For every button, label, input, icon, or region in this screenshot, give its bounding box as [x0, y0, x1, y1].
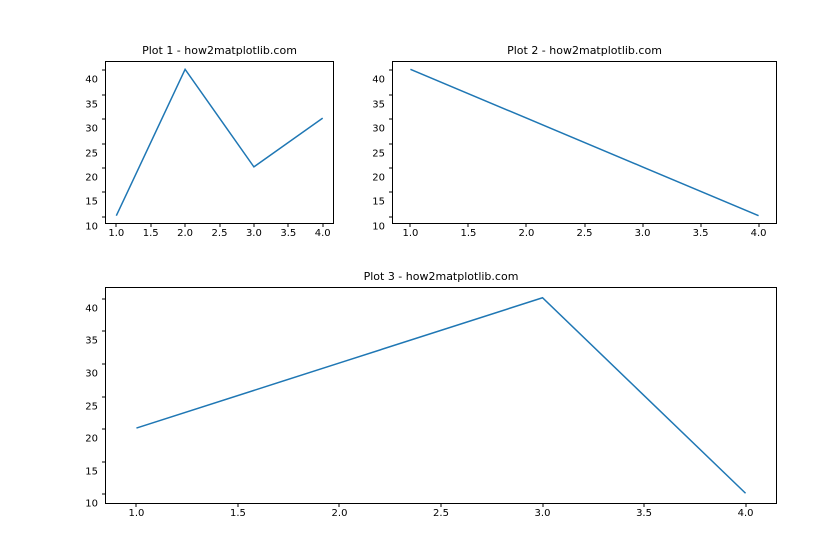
ytick-mark — [102, 331, 106, 332]
plot-2-line — [393, 62, 776, 223]
xtick-mark — [237, 504, 238, 508]
plot-1-title: Plot 1 - how2matplotlib.com — [142, 44, 297, 57]
ytick-mark — [102, 363, 106, 364]
plot-1-axes: Plot 1 - how2matplotlib.com 1.01.52.02.5… — [105, 61, 334, 224]
xtick-mark — [410, 224, 411, 228]
ytick-mark — [102, 167, 106, 168]
xtick-label: 3.0 — [246, 228, 262, 239]
ytick-label: 20 — [85, 434, 98, 445]
xtick-label: 3.5 — [693, 228, 709, 239]
xtick-label: 4.0 — [738, 508, 754, 519]
ytick-label: 15 — [372, 197, 385, 208]
xtick-label: 3.0 — [635, 228, 651, 239]
xtick-label: 3.5 — [636, 508, 652, 519]
xtick-mark — [542, 504, 543, 508]
xtick-label: 2.5 — [577, 228, 593, 239]
plot-2-title: Plot 2 - how2matplotlib.com — [507, 44, 662, 57]
ytick-mark — [102, 461, 106, 462]
ytick-mark — [389, 167, 393, 168]
xtick-label: 2.0 — [332, 508, 348, 519]
xtick-mark — [322, 224, 323, 228]
ytick-mark — [389, 192, 393, 193]
ytick-mark — [102, 192, 106, 193]
ytick-label: 35 — [372, 99, 385, 110]
ytick-mark — [389, 216, 393, 217]
xtick-mark — [642, 224, 643, 228]
figure: Plot 1 - how2matplotlib.com 1.0 1.5 2.0 2.5… — [0, 0, 840, 560]
xtick-label: 1.0 — [402, 228, 418, 239]
ytick-mark — [389, 94, 393, 95]
ytick-mark — [102, 70, 106, 71]
xtick-mark — [150, 224, 151, 228]
ytick-label: 25 — [85, 401, 98, 412]
ytick-label: 35 — [85, 336, 98, 347]
xtick-mark — [288, 224, 289, 228]
xtick-label: 2.0 — [519, 228, 535, 239]
ytick-label: 15 — [85, 466, 98, 477]
xtick-label: 1.5 — [460, 228, 476, 239]
ytick-mark — [389, 143, 393, 144]
ytick-mark — [102, 396, 106, 397]
ytick-label: 30 — [85, 124, 98, 135]
ytick-mark — [389, 70, 393, 71]
xtick-mark — [758, 224, 759, 228]
xtick-mark — [219, 224, 220, 228]
ytick-label: 30 — [372, 124, 385, 135]
xtick-label: 2.5 — [433, 508, 449, 519]
plot-3-title: Plot 3 - how2matplotlib.com — [364, 270, 519, 283]
ytick-label: 40 — [372, 75, 385, 86]
plot-1-line — [106, 62, 333, 223]
ytick-label: 10 — [372, 221, 385, 232]
xtick-mark — [185, 224, 186, 228]
ytick-label: 25 — [85, 148, 98, 159]
plot-3-line — [106, 288, 776, 503]
xtick-label: 1.0 — [129, 508, 145, 519]
ytick-mark — [102, 216, 106, 217]
xtick-label: 2.0 — [177, 228, 193, 239]
ytick-mark — [102, 298, 106, 299]
ytick-label: 10 — [85, 221, 98, 232]
xtick-label: 1.5 — [230, 508, 246, 519]
ytick-label: 40 — [85, 75, 98, 86]
ytick-label: 30 — [85, 368, 98, 379]
ytick-label: 15 — [85, 197, 98, 208]
ytick-mark — [102, 429, 106, 430]
xtick-label: 2.5 — [212, 228, 228, 239]
xtick-label: 1.0 — [108, 228, 124, 239]
xtick-mark — [700, 224, 701, 228]
xtick-label: 4.0 — [315, 228, 331, 239]
xtick-mark — [136, 504, 137, 508]
plot-2-axes: Plot 2 - how2matplotlib.com 1.01.52.02.5… — [392, 61, 777, 224]
xtick-label: 3.0 — [535, 508, 551, 519]
xtick-label: 4.0 — [751, 228, 767, 239]
ytick-label: 20 — [85, 172, 98, 183]
xtick-mark — [339, 504, 340, 508]
xtick-mark — [526, 224, 527, 228]
ytick-label: 20 — [372, 172, 385, 183]
ytick-label: 25 — [372, 148, 385, 159]
ytick-label: 35 — [85, 99, 98, 110]
xtick-mark — [116, 224, 117, 228]
xtick-mark — [253, 224, 254, 228]
ytick-mark — [389, 119, 393, 120]
ytick-label: 10 — [85, 499, 98, 510]
ytick-mark — [102, 94, 106, 95]
ytick-mark — [102, 143, 106, 144]
xtick-mark — [584, 224, 585, 228]
xtick-label: 1.5 — [143, 228, 159, 239]
ytick-mark — [102, 494, 106, 495]
ytick-label: 40 — [85, 303, 98, 314]
xtick-mark — [644, 504, 645, 508]
plot-3-axes: Plot 3 - how2matplotlib.com 1.01.52.02.5… — [105, 287, 777, 504]
xtick-mark — [745, 504, 746, 508]
ytick-mark — [102, 119, 106, 120]
xtick-mark — [441, 504, 442, 508]
xtick-label: 3.5 — [280, 228, 296, 239]
xtick-mark — [468, 224, 469, 228]
